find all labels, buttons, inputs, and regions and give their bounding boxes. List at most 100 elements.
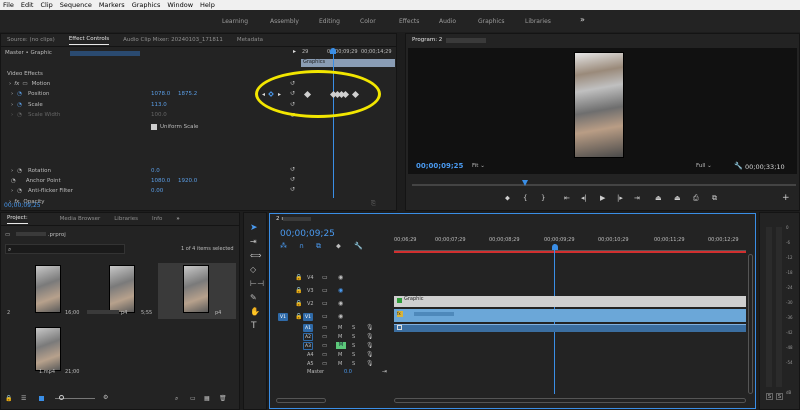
eye-icon[interactable]: ◉ [338, 287, 343, 294]
find-icon[interactable]: ⌕ [175, 395, 178, 403]
menu-sequence[interactable]: Sequence [60, 1, 92, 9]
mark-out-icon[interactable]: } [541, 194, 545, 202]
timeline-vertical-scrollbar[interactable] [748, 254, 753, 394]
track-name[interactable]: V4 [307, 275, 314, 281]
lock-track-icon[interactable]: 🔒 [295, 313, 302, 320]
pen-tool-icon[interactable]: ✎ [250, 293, 257, 302]
reset-icon[interactable]: ↺ [290, 186, 295, 193]
microphone-icon[interactable]: 🎙 [366, 324, 374, 331]
resolution-dropdown[interactable]: Full ⌄ [696, 163, 712, 169]
more-workspaces-icon[interactable]: » [580, 15, 585, 24]
add-button-icon[interactable]: + [782, 193, 790, 203]
step-back-icon[interactable]: ◂| [581, 194, 587, 202]
eye-icon[interactable]: ◉ [338, 274, 343, 281]
lock-track-icon[interactable]: 🔒 [295, 300, 302, 307]
solo-button[interactable]: S [352, 352, 355, 358]
wrench-icon[interactable]: 🔧 [734, 162, 743, 170]
add-marker-icon[interactable]: ⬥ [505, 194, 510, 203]
fx-icon[interactable]: fx [14, 81, 19, 87]
menu-markers[interactable]: Markers [99, 1, 125, 9]
timeline-timecode[interactable]: 00;00;09;25 [280, 229, 335, 239]
microphone-icon[interactable]: 🎙 [366, 342, 374, 349]
track-name[interactable]: V3 [307, 288, 314, 294]
export-frame-icon[interactable]: ⎙ [693, 194, 699, 203]
workspace-graphics[interactable]: Graphics [478, 18, 505, 25]
chevron-right-icon[interactable]: › [11, 102, 13, 108]
sync-lock-icon[interactable]: ▭ [322, 300, 328, 307]
workspace-assembly[interactable]: Assembly [270, 18, 299, 25]
reset-icon[interactable]: ↺ [290, 176, 295, 183]
linked-selection-icon[interactable]: ⧉ [316, 242, 321, 251]
stopwatch-icon[interactable]: ◔ [17, 188, 22, 194]
master-clip-label[interactable]: Master • Graphic [5, 50, 52, 56]
new-bin-icon[interactable]: ▭ [190, 395, 196, 402]
menu-window[interactable]: Window [167, 1, 193, 9]
microphone-icon[interactable]: 🎙 [366, 333, 374, 340]
workspace-color[interactable]: Color [360, 18, 376, 25]
project-item-thumbnail[interactable] [183, 265, 209, 313]
eye-icon[interactable]: ◉ [338, 313, 343, 320]
extract-icon[interactable]: ⏏ [674, 194, 681, 202]
list-view-icon[interactable]: ☰ [21, 395, 26, 402]
chevron-right-icon[interactable]: › [11, 91, 13, 97]
source-patch-v1[interactable]: V1 [278, 313, 288, 321]
timeline-playhead-handle[interactable] [552, 244, 558, 250]
workspace-libraries[interactable]: Libraries [525, 18, 551, 25]
tab-effect-controls[interactable]: Effect Controls [68, 36, 110, 45]
eye-icon[interactable]: ◉ [338, 300, 343, 307]
new-item-icon[interactable]: ▦ [204, 395, 210, 402]
position-x-value[interactable]: 1078.0 [151, 91, 170, 97]
tab-info[interactable]: Info [152, 216, 162, 222]
fit-dropdown[interactable]: Fit ⌄ [472, 163, 485, 169]
track-select-tool-icon[interactable]: ⇥ [250, 237, 257, 246]
scale-value[interactable]: 113.0 [151, 102, 167, 108]
track-name[interactable]: V2 [307, 301, 314, 307]
stopwatch-icon[interactable]: ◔ [11, 178, 16, 184]
reset-icon[interactable]: ↺ [290, 166, 295, 173]
position-y-value[interactable]: 1875.2 [178, 91, 197, 97]
track-name-a5[interactable]: A5 [307, 361, 314, 367]
sync-lock-icon[interactable]: ▭ [322, 343, 327, 349]
hand-tool-icon[interactable]: ✋ [250, 307, 260, 316]
project-item-thumbnail[interactable] [109, 265, 135, 313]
sync-lock-icon[interactable]: ▭ [322, 352, 327, 358]
comparison-view-icon[interactable]: ⧉ [712, 194, 717, 203]
mute-button-active[interactable]: M [336, 342, 346, 349]
sort-icon[interactable]: ⚙ [103, 394, 108, 401]
track-name-a2[interactable]: A2 [303, 333, 313, 341]
audio-clip-a1[interactable] [394, 324, 746, 332]
step-forward-icon[interactable]: |▸ [617, 194, 623, 202]
mute-button[interactable]: M [338, 334, 342, 340]
master-end-icon[interactable]: ⇥ [382, 368, 387, 375]
zoom-slider-handle[interactable] [59, 395, 64, 400]
tab-libraries[interactable]: Libraries [114, 216, 138, 222]
lock-icon[interactable]: 🔒 [5, 395, 12, 402]
timeline-zoom-scrollbar-left[interactable] [276, 398, 326, 403]
slip-tool-icon[interactable]: ⊢⊣ [250, 279, 264, 288]
master-volume-value[interactable]: 0.0 [344, 369, 352, 375]
tab-project[interactable]: Project: [7, 215, 28, 224]
sync-lock-icon[interactable]: ▭ [322, 287, 328, 294]
motion-row[interactable]: › fx ▭ Motion [9, 79, 50, 89]
program-playhead-timecode[interactable]: 00;00;09;25 [416, 162, 463, 170]
menu-file[interactable]: File [3, 1, 14, 9]
stopwatch-icon[interactable]: ◔ [17, 102, 22, 108]
chevron-right-icon[interactable]: › [11, 168, 13, 174]
more-tabs-icon[interactable]: » [176, 216, 179, 222]
timeline-horizontal-scrollbar[interactable] [394, 398, 746, 403]
sync-lock-icon[interactable]: ▭ [322, 313, 328, 320]
track-name-a1[interactable]: A1 [303, 324, 313, 332]
effect-controls-timecode[interactable]: 00;00;09;25 [4, 202, 41, 209]
insert-nest-icon[interactable]: ⁂ [280, 242, 287, 250]
sync-lock-icon[interactable]: ▭ [322, 274, 328, 281]
icon-view-icon[interactable] [39, 396, 44, 401]
workspace-learning[interactable]: Learning [222, 18, 248, 25]
stopwatch-icon[interactable]: ◔ [17, 168, 22, 174]
mini-playhead-handle[interactable] [330, 48, 336, 54]
play-only-clip-icon[interactable]: ▸ [293, 48, 296, 55]
microphone-icon[interactable]: 🎙 [366, 360, 374, 367]
timeline-settings-wrench-icon[interactable]: 🔧 [354, 242, 363, 250]
lift-icon[interactable]: ⏏ [655, 194, 662, 202]
project-item-thumbnail[interactable] [35, 327, 61, 371]
lock-track-icon[interactable]: 🔒 [295, 287, 302, 294]
